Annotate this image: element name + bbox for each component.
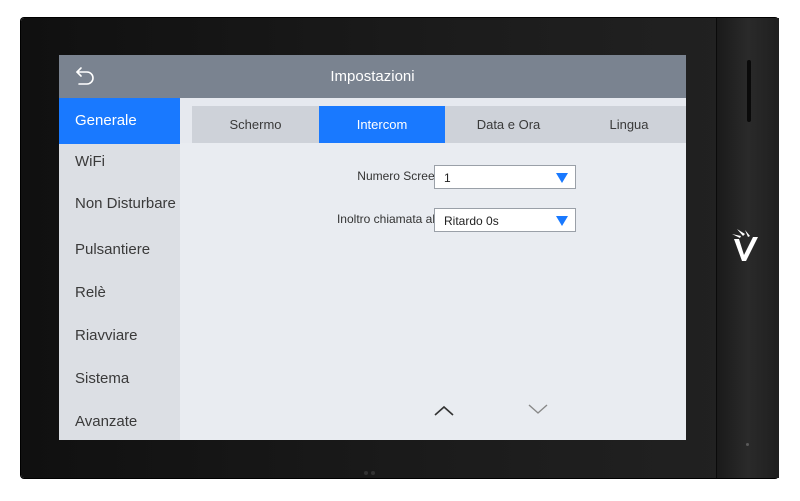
screen: Impostazioni Generale WiFi Non Disturbar… [59,55,686,440]
device-sensor [746,443,749,446]
brand-logo-icon [732,229,758,261]
device-camera-dots [364,462,380,475]
chevron-down-icon[interactable] [526,401,550,417]
tab-intercom[interactable]: Intercom [319,106,445,143]
screenshot-count-label: Numero Screenshot [357,169,464,183]
device-slot [747,60,751,122]
screenshot-count-value: 1 [444,171,451,185]
call-forward-value: Ritardo 0s [444,214,499,228]
call-forward-label: Inoltro chiamata all'APP [336,212,464,226]
sidebar-item-wifi[interactable]: WiFi [59,144,180,184]
sidebar-item-generale[interactable]: Generale [59,98,180,144]
sidebar-item-rele[interactable]: Relè [59,271,180,314]
sidebar-item-riavviare[interactable]: Riavviare [59,314,180,357]
dropdown-arrow-icon [556,216,568,226]
title-bar: Impostazioni [59,55,686,98]
dropdown-arrow-icon [556,173,568,183]
tab-data-e-ora[interactable]: Data e Ora [445,106,572,143]
back-arrow-icon [76,67,94,85]
tab-bar: Schermo Intercom Data e Ora Lingua [192,106,686,143]
tab-lingua[interactable]: Lingua [572,106,686,143]
sidebar-item-non-disturbare[interactable]: Non Disturbare [59,184,180,228]
chevron-up-icon[interactable] [432,403,456,419]
call-forward-select[interactable]: Ritardo 0s [434,208,576,232]
page-title: Impostazioni [330,68,415,85]
sidebar-item-pulsantiere[interactable]: Pulsantiere [59,228,180,271]
sidebar-item-sistema[interactable]: Sistema [59,357,180,400]
tab-schermo[interactable]: Schermo [192,106,319,143]
settings-content: Numero Screenshot 1 Inoltro chiamata all… [180,143,686,440]
sidebar: Generale WiFi Non Disturbare Pulsantiere… [59,98,180,440]
screenshot-count-select[interactable]: 1 [434,165,576,189]
back-button[interactable] [69,61,101,91]
sidebar-item-avanzate[interactable]: Avanzate [59,400,180,440]
